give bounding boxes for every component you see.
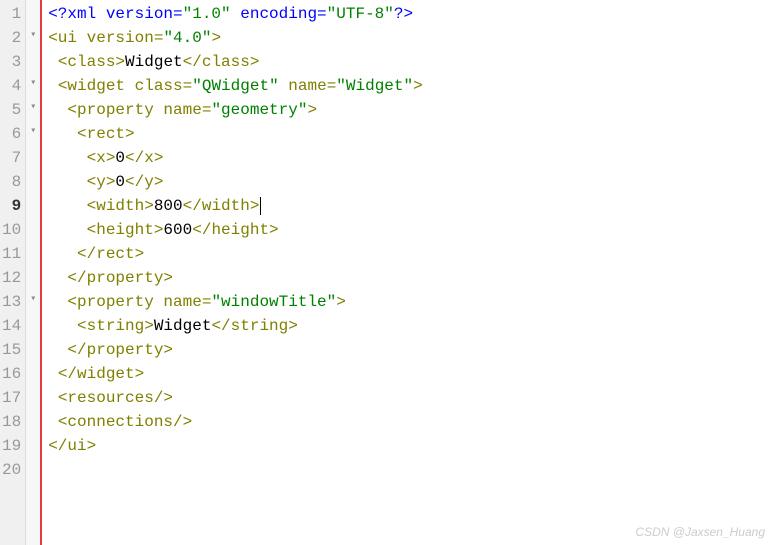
code-line[interactable]: <property name="geometry"> [48, 98, 775, 122]
line-number: 14 [2, 314, 21, 338]
code-line[interactable]: </property> [48, 338, 775, 362]
fold-marker [26, 168, 40, 192]
line-number: 18 [2, 410, 21, 434]
line-number: 7 [2, 146, 21, 170]
code-line[interactable]: <property name="windowTitle"> [48, 290, 775, 314]
line-number: 4 [2, 74, 21, 98]
code-line[interactable]: <x>0</x> [48, 146, 775, 170]
code-line[interactable]: </ui> [48, 434, 775, 458]
line-number: 20 [2, 458, 21, 482]
line-number: 2 [2, 26, 21, 50]
code-line[interactable]: <class>Widget</class> [48, 50, 775, 74]
line-number: 9 [2, 194, 21, 218]
fold-marker [26, 408, 40, 432]
fold-marker [26, 192, 40, 216]
line-number-gutter: 1234567891011121314151617181920 [0, 0, 26, 545]
fold-marker [26, 456, 40, 480]
code-line[interactable] [48, 458, 775, 482]
code-line[interactable]: <?xml version="1.0" encoding="UTF-8"?> [48, 2, 775, 26]
code-line[interactable]: <width>800</width> [48, 194, 775, 218]
fold-marker[interactable]: ▾ [26, 288, 40, 312]
line-number: 1 [2, 2, 21, 26]
code-line[interactable]: <height>600</height> [48, 218, 775, 242]
code-area[interactable]: <?xml version="1.0" encoding="UTF-8"?><u… [42, 0, 775, 545]
line-number: 11 [2, 242, 21, 266]
code-line[interactable]: <rect> [48, 122, 775, 146]
fold-marker[interactable]: ▾ [26, 72, 40, 96]
code-line[interactable]: </property> [48, 266, 775, 290]
code-line[interactable]: <widget class="QWidget" name="Widget"> [48, 74, 775, 98]
fold-marker [26, 240, 40, 264]
code-line[interactable]: <ui version="4.0"> [48, 26, 775, 50]
line-number: 15 [2, 338, 21, 362]
line-number: 8 [2, 170, 21, 194]
fold-marker[interactable]: ▾ [26, 120, 40, 144]
code-line[interactable]: </widget> [48, 362, 775, 386]
fold-marker [26, 360, 40, 384]
text-cursor [260, 197, 261, 215]
line-number: 10 [2, 218, 21, 242]
fold-marker [26, 0, 40, 24]
line-number: 12 [2, 266, 21, 290]
fold-marker [26, 48, 40, 72]
fold-marker[interactable]: ▾ [26, 24, 40, 48]
line-number: 5 [2, 98, 21, 122]
code-line[interactable]: <string>Widget</string> [48, 314, 775, 338]
fold-marker [26, 432, 40, 456]
fold-marker [26, 216, 40, 240]
code-line[interactable]: <y>0</y> [48, 170, 775, 194]
fold-column[interactable]: ▾▾▾▾▾ [26, 0, 42, 545]
code-line[interactable]: <connections/> [48, 410, 775, 434]
code-line[interactable]: </rect> [48, 242, 775, 266]
fold-marker [26, 384, 40, 408]
code-editor[interactable]: 1234567891011121314151617181920 ▾▾▾▾▾ <?… [0, 0, 775, 545]
fold-marker [26, 264, 40, 288]
fold-marker [26, 336, 40, 360]
fold-marker[interactable]: ▾ [26, 96, 40, 120]
fold-marker [26, 312, 40, 336]
code-line[interactable]: <resources/> [48, 386, 775, 410]
line-number: 13 [2, 290, 21, 314]
line-number: 19 [2, 434, 21, 458]
line-number: 17 [2, 386, 21, 410]
line-number: 16 [2, 362, 21, 386]
line-number: 6 [2, 122, 21, 146]
watermark: CSDN @Jaxsen_Huang [635, 525, 765, 539]
line-number: 3 [2, 50, 21, 74]
fold-marker [26, 144, 40, 168]
